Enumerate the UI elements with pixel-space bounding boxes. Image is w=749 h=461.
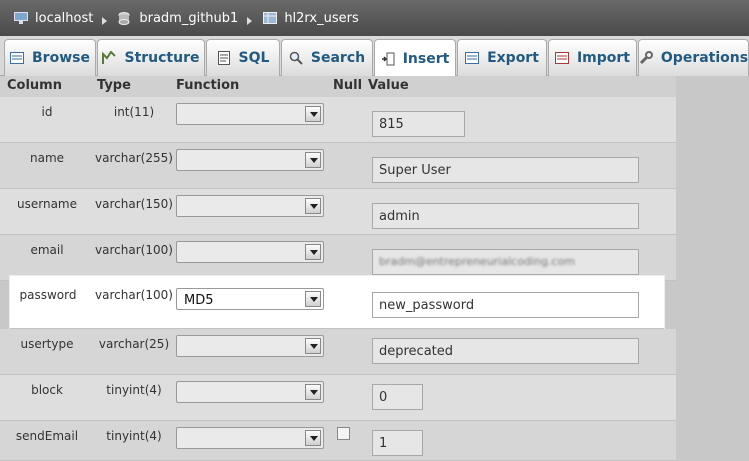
function-select[interactable] (176, 149, 324, 171)
breadcrumb-item-table[interactable]: hl2rx_users (263, 10, 359, 26)
table-icon (263, 12, 278, 24)
tab-label: Search (310, 50, 366, 66)
breadcrumb-separator-icon (247, 17, 253, 25)
server-icon (14, 12, 28, 24)
table-row: sendEmail tinyint(4) 1 (0, 421, 676, 461)
column-type: varchar(100) (95, 243, 173, 257)
tab-label: Operations (660, 50, 749, 66)
breadcrumb-label: hl2rx_users (284, 10, 359, 26)
null-checkbox[interactable] (337, 427, 350, 440)
function-selected: MD5 (184, 293, 214, 308)
value-input[interactable]: 0 (372, 384, 423, 410)
chevron-down-icon[interactable] (305, 384, 321, 400)
header-function: Function (176, 78, 240, 93)
table-row: username varchar(150) admin (0, 189, 676, 235)
tab-search[interactable]: Search (281, 39, 373, 76)
table-row: usertype varchar(25) deprecated (0, 329, 676, 375)
table-row: block tinyint(4) 0 (0, 375, 676, 421)
column-name: sendEmail (15, 429, 79, 443)
insert-icon (381, 52, 395, 66)
function-select[interactable]: MD5 (176, 288, 324, 310)
tab-browse[interactable]: Browse (4, 39, 96, 76)
tab-label: Structure (124, 50, 200, 66)
sql-icon (217, 51, 231, 65)
tab-export[interactable]: Export (457, 39, 547, 76)
column-name: name (29, 151, 65, 165)
breadcrumb-item-database[interactable]: bradm_github1 (118, 11, 263, 26)
column-name: username (17, 197, 77, 211)
chevron-down-icon[interactable] (305, 338, 321, 354)
chevron-down-icon[interactable] (305, 106, 321, 122)
function-select[interactable] (176, 427, 324, 449)
search-icon (289, 51, 303, 65)
column-type: varchar(25) (98, 337, 170, 351)
function-select[interactable] (176, 103, 324, 125)
header-type: Type (97, 78, 131, 93)
breadcrumb-label: localhost (35, 10, 94, 26)
tab-label: Export (487, 50, 539, 66)
function-select[interactable] (176, 241, 324, 263)
function-select[interactable] (176, 195, 324, 217)
column-type: int(11) (113, 105, 155, 119)
chevron-down-icon[interactable] (305, 198, 321, 214)
column-type: tinyint(4) (106, 383, 162, 397)
table-header: Column Type Function Null Value (0, 76, 676, 97)
table-row-highlighted: password varchar(100) MD5 new_password (10, 276, 664, 329)
tab-insert[interactable]: Insert (374, 39, 456, 77)
function-select[interactable] (176, 381, 324, 403)
tab-import[interactable]: Import (548, 39, 637, 76)
breadcrumb: localhost bradm_github1 hl2rx_users (0, 0, 749, 36)
structure-icon (102, 50, 117, 65)
value-input[interactable]: 815 (372, 111, 465, 137)
header-null: Null (333, 78, 363, 93)
column-type: varchar(150) (95, 197, 173, 211)
header-value: Value (368, 78, 409, 93)
tab-label: Import (576, 50, 631, 66)
tab-label: Insert (402, 50, 450, 67)
column-name: block (31, 383, 63, 397)
tab-bar: Browse Structure SQL Search Insert Expor… (0, 36, 749, 77)
database-icon (118, 12, 132, 25)
breadcrumb-item-server[interactable]: localhost (14, 11, 118, 26)
import-icon (554, 51, 569, 65)
table-row: id int(11) 815 (0, 97, 676, 143)
table-row: name varchar(255) Super User (0, 143, 676, 189)
column-name: email (30, 243, 64, 257)
breadcrumb-separator-icon (102, 17, 108, 25)
column-type: varchar(100) (95, 288, 173, 302)
value-input[interactable]: deprecated (372, 338, 639, 364)
function-select[interactable] (176, 335, 324, 357)
header-column: Column (7, 78, 62, 93)
tab-structure[interactable]: Structure (97, 39, 205, 76)
table-row: email varchar(100) bradm@entrepreneurial… (0, 235, 676, 281)
value-input[interactable]: admin (372, 203, 639, 229)
blurred-email: bradm@entrepreneurialcoding.com (379, 255, 575, 268)
wrench-icon (639, 51, 653, 65)
breadcrumb-label: bradm_github1 (139, 10, 239, 26)
column-type: varchar(255) (95, 151, 173, 165)
column-name: usertype (20, 337, 74, 351)
tab-label: SQL (238, 50, 270, 66)
value-input[interactable]: 1 (372, 430, 423, 456)
export-icon (465, 51, 480, 65)
chevron-down-icon[interactable] (305, 291, 321, 307)
tab-sql[interactable]: SQL (206, 39, 280, 76)
chevron-down-icon[interactable] (305, 152, 321, 168)
value-input[interactable]: new_password (372, 292, 639, 318)
column-name: id (41, 105, 53, 119)
chevron-down-icon[interactable] (305, 430, 321, 446)
value-input[interactable]: Super User (372, 157, 639, 183)
tab-operations[interactable]: Operations (638, 39, 749, 76)
column-name: password (19, 288, 77, 302)
tab-label: Browse (32, 50, 90, 66)
browse-icon (10, 51, 25, 65)
chevron-down-icon[interactable] (305, 244, 321, 260)
column-type: tinyint(4) (106, 429, 162, 443)
background-area (676, 76, 749, 461)
value-input[interactable]: bradm@entrepreneurialcoding.com (372, 249, 639, 275)
